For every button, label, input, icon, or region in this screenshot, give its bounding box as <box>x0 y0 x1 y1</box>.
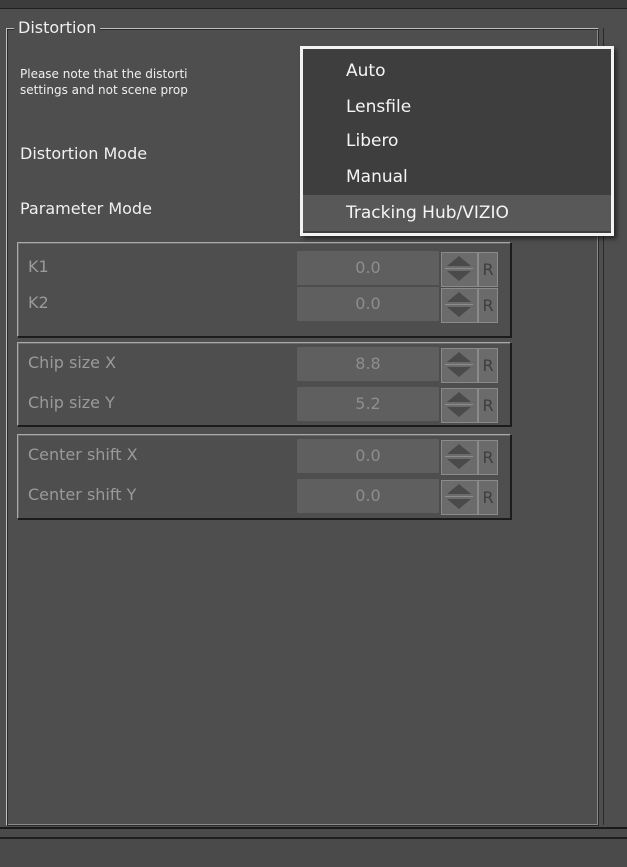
note-line-1: Please note that the distorti <box>20 67 188 81</box>
note-line-2: settings and not scene prop <box>20 83 188 97</box>
dropdown-option-lensfile[interactable]: Lensfile <box>303 89 611 125</box>
spin-down-icon[interactable] <box>447 459 471 469</box>
center-shift-y-value-field[interactable]: 0.0 <box>297 479 439 513</box>
k2-spinner[interactable] <box>441 288 478 323</box>
k2-value-field[interactable]: 0.0 <box>297 287 439 321</box>
dropdown-option-libero[interactable]: Libero <box>303 123 611 159</box>
chip-size-panel: Chip size X 8.8 R Chip size Y 5.2 R <box>17 342 511 426</box>
bottom-border <box>0 827 627 867</box>
dropdown-option-manual[interactable]: Manual <box>303 159 611 195</box>
spin-up-icon[interactable] <box>447 392 471 402</box>
center-shift-x-row: Center shift X 0.0 R <box>18 437 510 475</box>
spin-down-icon[interactable] <box>447 367 471 377</box>
dropdown-option-tracking-hub[interactable]: Tracking Hub/VIZIO <box>303 195 611 231</box>
distortion-mode-dropdown[interactable]: Auto Lensfile Libero Manual Tracking Hub… <box>300 46 614 236</box>
spin-up-icon[interactable] <box>447 484 471 494</box>
spin-down-icon[interactable] <box>447 307 471 317</box>
chip-size-y-label: Chip size Y <box>28 393 115 412</box>
spin-up-icon[interactable] <box>447 444 471 454</box>
distortion-note: Please note that the distorti settings a… <box>20 66 310 98</box>
k1-row: K1 0.0 R <box>18 249 510 287</box>
spin-down-icon[interactable] <box>447 407 471 417</box>
k2-row: K2 0.0 R <box>18 285 510 323</box>
center-shift-y-row: Center shift Y 0.0 R <box>18 477 510 515</box>
parameter-mode-label: Parameter Mode <box>20 199 152 218</box>
center-shift-x-value-field[interactable]: 0.0 <box>297 439 439 473</box>
k-parameters-panel: K1 0.0 R K2 0.0 R <box>17 242 511 337</box>
center-shift-y-reset-button[interactable]: R <box>478 480 498 515</box>
chip-size-x-label: Chip size X <box>28 353 117 372</box>
chip-size-y-reset-button[interactable]: R <box>478 388 498 423</box>
group-title: Distortion <box>14 18 101 37</box>
chip-size-x-spinner[interactable] <box>441 348 478 383</box>
spin-up-icon[interactable] <box>447 256 471 266</box>
chip-size-y-value-field[interactable]: 5.2 <box>297 387 439 421</box>
k1-value-field[interactable]: 0.0 <box>297 251 439 285</box>
k2-label: K2 <box>28 293 49 312</box>
center-shift-panel: Center shift X 0.0 R Center shift Y 0.0 … <box>17 434 511 519</box>
center-shift-x-label: Center shift X <box>28 445 138 464</box>
spin-up-icon[interactable] <box>447 292 471 302</box>
top-border <box>0 0 627 9</box>
dropdown-option-auto[interactable]: Auto <box>303 53 611 89</box>
chip-size-y-row: Chip size Y 5.2 R <box>18 385 510 423</box>
k1-spinner[interactable] <box>441 252 478 287</box>
chip-size-x-reset-button[interactable]: R <box>478 348 498 383</box>
spin-down-icon[interactable] <box>447 499 471 509</box>
chip-size-x-row: Chip size X 8.8 R <box>18 345 510 383</box>
chip-size-y-spinner[interactable] <box>441 388 478 423</box>
center-shift-y-spinner[interactable] <box>441 480 478 515</box>
center-shift-x-spinner[interactable] <box>441 440 478 475</box>
spin-up-icon[interactable] <box>447 352 471 362</box>
k1-reset-button[interactable]: R <box>478 252 498 287</box>
spin-down-icon[interactable] <box>447 271 471 281</box>
distortion-mode-label: Distortion Mode <box>20 144 148 163</box>
chip-size-x-value-field[interactable]: 8.8 <box>297 347 439 381</box>
k2-reset-button[interactable]: R <box>478 288 498 323</box>
center-shift-y-label: Center shift Y <box>28 485 137 504</box>
center-shift-x-reset-button[interactable]: R <box>478 440 498 475</box>
k1-label: K1 <box>28 257 49 276</box>
